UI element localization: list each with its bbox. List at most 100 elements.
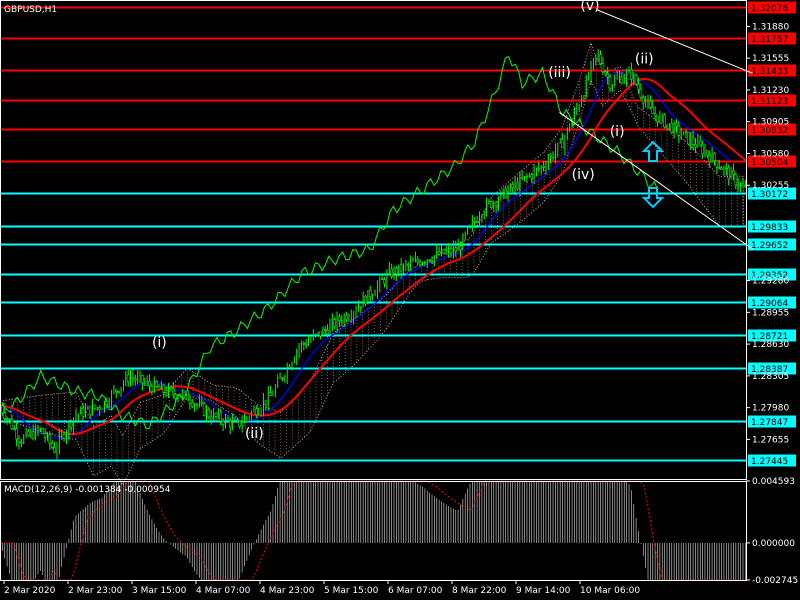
- candle-body: [663, 114, 666, 128]
- candle-body: [62, 433, 66, 440]
- candle-body: [150, 385, 154, 392]
- candle-body: [380, 278, 384, 281]
- chart-canvas: 1.320761.317571.314331.311231.308321.305…: [0, 0, 798, 596]
- candle-body: [148, 381, 151, 387]
- candle-body: [36, 427, 40, 431]
- candle-body: [105, 400, 109, 406]
- time-tick-label: 9 Mar 14:00: [516, 586, 571, 596]
- candle-body: [383, 279, 386, 284]
- candle-body: [637, 83, 640, 90]
- price-tick-label: 1.31230: [752, 86, 789, 96]
- candle-body: [17, 438, 21, 443]
- candle-body: [525, 175, 529, 178]
- candle-body: [551, 154, 555, 158]
- time-tick-label: 2 Mar 2020: [4, 586, 56, 596]
- candle-body: [641, 96, 645, 104]
- candle-body: [31, 431, 35, 439]
- candle-body: [649, 101, 652, 108]
- candle-body: [442, 248, 446, 254]
- time-tick-label: 8 Mar 22:00: [452, 586, 507, 596]
- price-panel-frame: [0, 0, 747, 480]
- candle-body: [214, 412, 218, 417]
- candle-body: [164, 392, 168, 396]
- chikou-line: [0, 56, 659, 430]
- macd-tick-label: 0.000000: [752, 539, 795, 549]
- wave-label: (v): [580, 0, 599, 14]
- candle-body: [131, 376, 135, 379]
- candle-body: [606, 73, 609, 78]
- price-tick-label: 1.31880: [752, 22, 789, 32]
- candle-body: [219, 412, 223, 422]
- time-tick-label: 6 Mar 07:00: [388, 586, 443, 596]
- candle-body: [288, 366, 291, 369]
- candle-body: [3, 412, 7, 419]
- macd-tick-label: 0.004593: [752, 477, 795, 487]
- price-tick-label: 1.30580: [752, 149, 789, 159]
- price-tick-label: 1.30255: [752, 181, 789, 191]
- candle-body: [701, 144, 704, 155]
- wave-label: (ii): [635, 52, 654, 68]
- candle-body: [27, 431, 30, 436]
- level-price-text: 1.27445: [751, 457, 788, 467]
- candle-body: [490, 201, 493, 208]
- candle-body: [5, 418, 9, 420]
- candle-body: [304, 343, 308, 346]
- wave-label: (i): [152, 335, 167, 351]
- candle-body: [236, 419, 239, 422]
- candle-body: [530, 174, 533, 179]
- candle-body: [209, 416, 213, 421]
- candle-body: [126, 374, 130, 382]
- candle-body: [228, 420, 232, 428]
- candle-body: [88, 406, 92, 416]
- candle-body: [200, 401, 204, 404]
- candle-body: [725, 167, 728, 169]
- candle-body: [43, 433, 47, 438]
- candle-body: [157, 386, 161, 390]
- macd-tick-label: -0.002745: [752, 576, 798, 586]
- candle-body: [174, 393, 177, 399]
- candle-body: [418, 261, 422, 266]
- candle-body: [620, 76, 624, 84]
- candle-body: [390, 268, 393, 278]
- candle-body: [368, 289, 372, 298]
- candle-body: [713, 152, 716, 162]
- candle-body: [715, 160, 719, 168]
- candle-body: [537, 168, 541, 170]
- candle-body: [333, 319, 336, 327]
- candle-body: [115, 389, 118, 392]
- level-price-text: 1.30172: [751, 190, 788, 200]
- channel-upper-line: [596, 9, 753, 74]
- candle-body: [15, 428, 18, 440]
- candle-body: [416, 259, 420, 263]
- price-tick-label: 1.27655: [752, 435, 789, 445]
- candle-body: [691, 137, 695, 145]
- price-tick-label: 1.30905: [752, 118, 789, 128]
- candle-body: [717, 166, 721, 169]
- symbol-label: GBPUSD,H1: [4, 5, 57, 15]
- candle-body: [98, 407, 101, 410]
- candle-body: [226, 417, 230, 421]
- candle-body: [359, 306, 363, 309]
- candle-body: [516, 182, 519, 190]
- candle-body: [133, 378, 137, 381]
- candle-body: [155, 381, 158, 387]
- candle-body: [449, 248, 453, 254]
- candle-body: [171, 388, 175, 395]
- time-tick-label: 3 Mar 15:00: [132, 586, 187, 596]
- candle-body: [630, 69, 633, 80]
- candle-body: [162, 384, 166, 393]
- candle-body: [634, 75, 638, 85]
- candle-body: [708, 154, 712, 162]
- candle-body: [741, 183, 745, 187]
- candle-body: [302, 342, 306, 345]
- candle-body: [677, 125, 681, 136]
- macd-label: MACD(12,26,9) -0.001384 -0.000954: [4, 485, 171, 495]
- wave-label: (iii): [548, 65, 571, 81]
- candle-body: [428, 259, 431, 262]
- candle-body: [542, 166, 545, 168]
- candle-body: [186, 390, 189, 401]
- candle-body: [732, 170, 735, 175]
- candle-body: [326, 329, 329, 335]
- candle-body: [656, 115, 659, 123]
- candle-body: [454, 247, 458, 252]
